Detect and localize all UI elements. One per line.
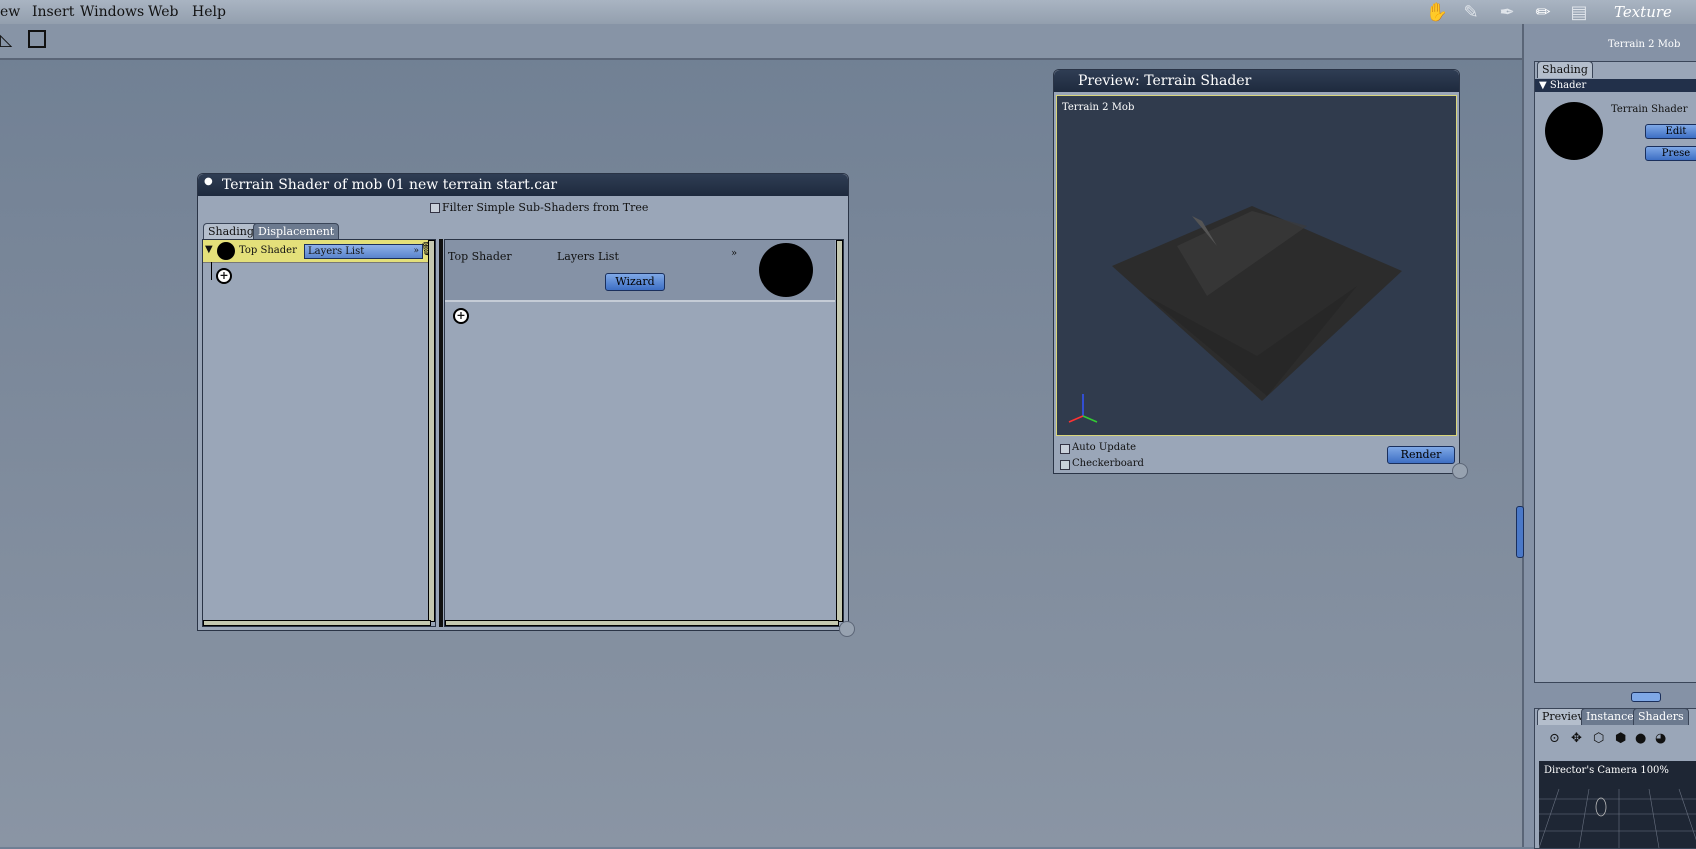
move-icon[interactable]: ✥ xyxy=(1571,731,1582,746)
dropdown-value: Layers List xyxy=(308,246,365,257)
filter-label: Filter Simple Sub-Shaders from Tree xyxy=(442,201,649,214)
tree-node-top-shader[interactable]: ▼ Top Shader Layers List » 🗑 xyxy=(203,240,437,263)
room-label[interactable]: Texture xyxy=(1614,3,1672,21)
solid-cube-icon[interactable]: ⬢ xyxy=(1615,731,1626,746)
shader-type-dropdown[interactable]: Layers List » xyxy=(304,244,423,259)
edit-button[interactable]: Edit xyxy=(1645,124,1696,139)
tab-right-shading[interactable]: Shading xyxy=(1537,61,1593,78)
detail-hscrollbar[interactable] xyxy=(445,620,839,626)
axis-gizmo-icon xyxy=(1068,394,1098,423)
tree-hscrollbar[interactable] xyxy=(203,620,431,626)
camera-label: Director's Camera 100% xyxy=(1544,765,1669,776)
wizard-button[interactable]: Wizard xyxy=(605,273,665,291)
menu-help[interactable]: Help xyxy=(192,4,226,20)
shader-preview-ball xyxy=(759,243,813,297)
film-icon[interactable]: ▤ xyxy=(1566,2,1592,23)
shaded-sphere-icon[interactable]: ◕ xyxy=(1655,731,1666,746)
side-panel-toggle[interactable] xyxy=(1516,506,1524,558)
checkerboard-label: Checkerboard xyxy=(1072,458,1144,469)
checkerboard-checkbox[interactable] xyxy=(1060,460,1070,470)
shader-window-resize-grip[interactable] xyxy=(839,621,855,637)
preview-viewport[interactable]: Terrain 2 Mob xyxy=(1056,95,1457,436)
shader-type: Layers List xyxy=(557,250,619,263)
render-button[interactable]: Render xyxy=(1387,446,1455,464)
shading-panel: Shading ▼ Shader Terrain Shader Edit Pre… xyxy=(1534,61,1696,683)
presets-button[interactable]: Prese xyxy=(1645,146,1696,161)
menu-web[interactable]: Web xyxy=(148,4,179,20)
collapse-chevron-icon[interactable]: » xyxy=(731,248,737,259)
right-panel: Terrain 2 Mob Shading ▼ Shader Terrain S… xyxy=(1522,24,1696,849)
shader-name: Top Shader xyxy=(448,250,512,263)
menu-view[interactable]: ew xyxy=(0,4,20,20)
close-icon[interactable]: ● xyxy=(204,176,213,187)
camera-viewport[interactable]: Director's Camera 100% xyxy=(1539,761,1696,848)
grid-floor xyxy=(1539,788,1696,848)
tab-shading[interactable]: Shading xyxy=(203,223,259,240)
pane-splitter[interactable] xyxy=(439,239,443,627)
add-layer-icon[interactable]: + xyxy=(453,308,469,324)
toolbar: ◺ xyxy=(0,24,1522,60)
menu-windows[interactable]: Windows xyxy=(80,4,144,20)
preview-window: Preview: Terrain Shader Terrain 2 Mob Au… xyxy=(1053,69,1460,474)
add-subshader-icon[interactable]: + xyxy=(216,268,232,284)
shader-window-titlebar[interactable]: ● Terrain Shader of mob 01 new terrain s… xyxy=(198,174,848,196)
preview-window-titlebar[interactable]: Preview: Terrain Shader xyxy=(1054,70,1459,92)
detail-vscrollbar[interactable] xyxy=(836,240,843,622)
preview-window-title: Preview: Terrain Shader xyxy=(1078,73,1252,89)
tab-displacement[interactable]: Displacement xyxy=(253,223,340,240)
menu-insert[interactable]: Insert xyxy=(32,4,74,20)
tree-node-label: Top Shader xyxy=(239,245,297,256)
hand-icon[interactable]: ✋ xyxy=(1424,2,1450,23)
shader-window-title: Terrain Shader of mob 01 new terrain sta… xyxy=(222,177,558,193)
wire-cube-icon[interactable]: ⬡ xyxy=(1593,731,1604,746)
pencil-icon[interactable]: ✏ xyxy=(1530,2,1556,23)
line-select-icon[interactable]: ◺ xyxy=(0,30,12,49)
collapse-triangle-icon: ▼ xyxy=(1539,80,1547,91)
right-shader-ball xyxy=(1545,102,1603,160)
shader-header: Top Shader Layers List » Wizard xyxy=(445,240,835,302)
chevron-down-icon: » xyxy=(413,246,419,256)
bottom-panel: Preview Instances Shaders ⊙ ✥ ⬡ ⬢ ● ◕ Di… xyxy=(1534,708,1696,849)
expand-triangle-icon[interactable]: ▼ xyxy=(205,244,213,255)
right-shader-name: Terrain Shader xyxy=(1611,104,1688,115)
shader-section-label: Shader xyxy=(1549,80,1587,91)
filter-checkbox[interactable] xyxy=(430,203,440,213)
panel-splitter-handle[interactable] xyxy=(1631,692,1661,702)
tree-vscrollbar[interactable] xyxy=(428,240,435,622)
shader-window: ● Terrain Shader of mob 01 new terrain s… xyxy=(197,173,849,631)
auto-update-label: Auto Update xyxy=(1072,442,1137,453)
auto-update-checkbox[interactable] xyxy=(1060,444,1070,454)
pen-icon[interactable]: ✒ xyxy=(1494,2,1520,23)
shader-detail-pane: Top Shader Layers List » Wizard + xyxy=(444,239,844,627)
menu-bar: ew Insert Windows Web Help ✋ ✎ ✒ ✏ ▤ Tex… xyxy=(0,0,1696,25)
tab-shaders[interactable]: Shaders xyxy=(1633,708,1689,725)
transform-box-icon[interactable] xyxy=(28,30,46,48)
shader-ball-icon xyxy=(217,242,235,260)
shader-section-header[interactable]: ▼ Shader xyxy=(1535,79,1696,92)
camera-icon[interactable]: ⊙ xyxy=(1549,731,1560,746)
right-panel-object-label: Terrain 2 Mob xyxy=(1608,39,1681,50)
sphere-icon[interactable]: ● xyxy=(1635,731,1646,746)
tree-line xyxy=(211,262,212,280)
preview-window-resize-grip[interactable] xyxy=(1452,463,1468,479)
shader-tree-pane: ▼ Top Shader Layers List » 🗑 + xyxy=(202,239,437,627)
brush-icon[interactable]: ✎ xyxy=(1458,2,1484,23)
terrain-render xyxy=(1112,206,1402,401)
